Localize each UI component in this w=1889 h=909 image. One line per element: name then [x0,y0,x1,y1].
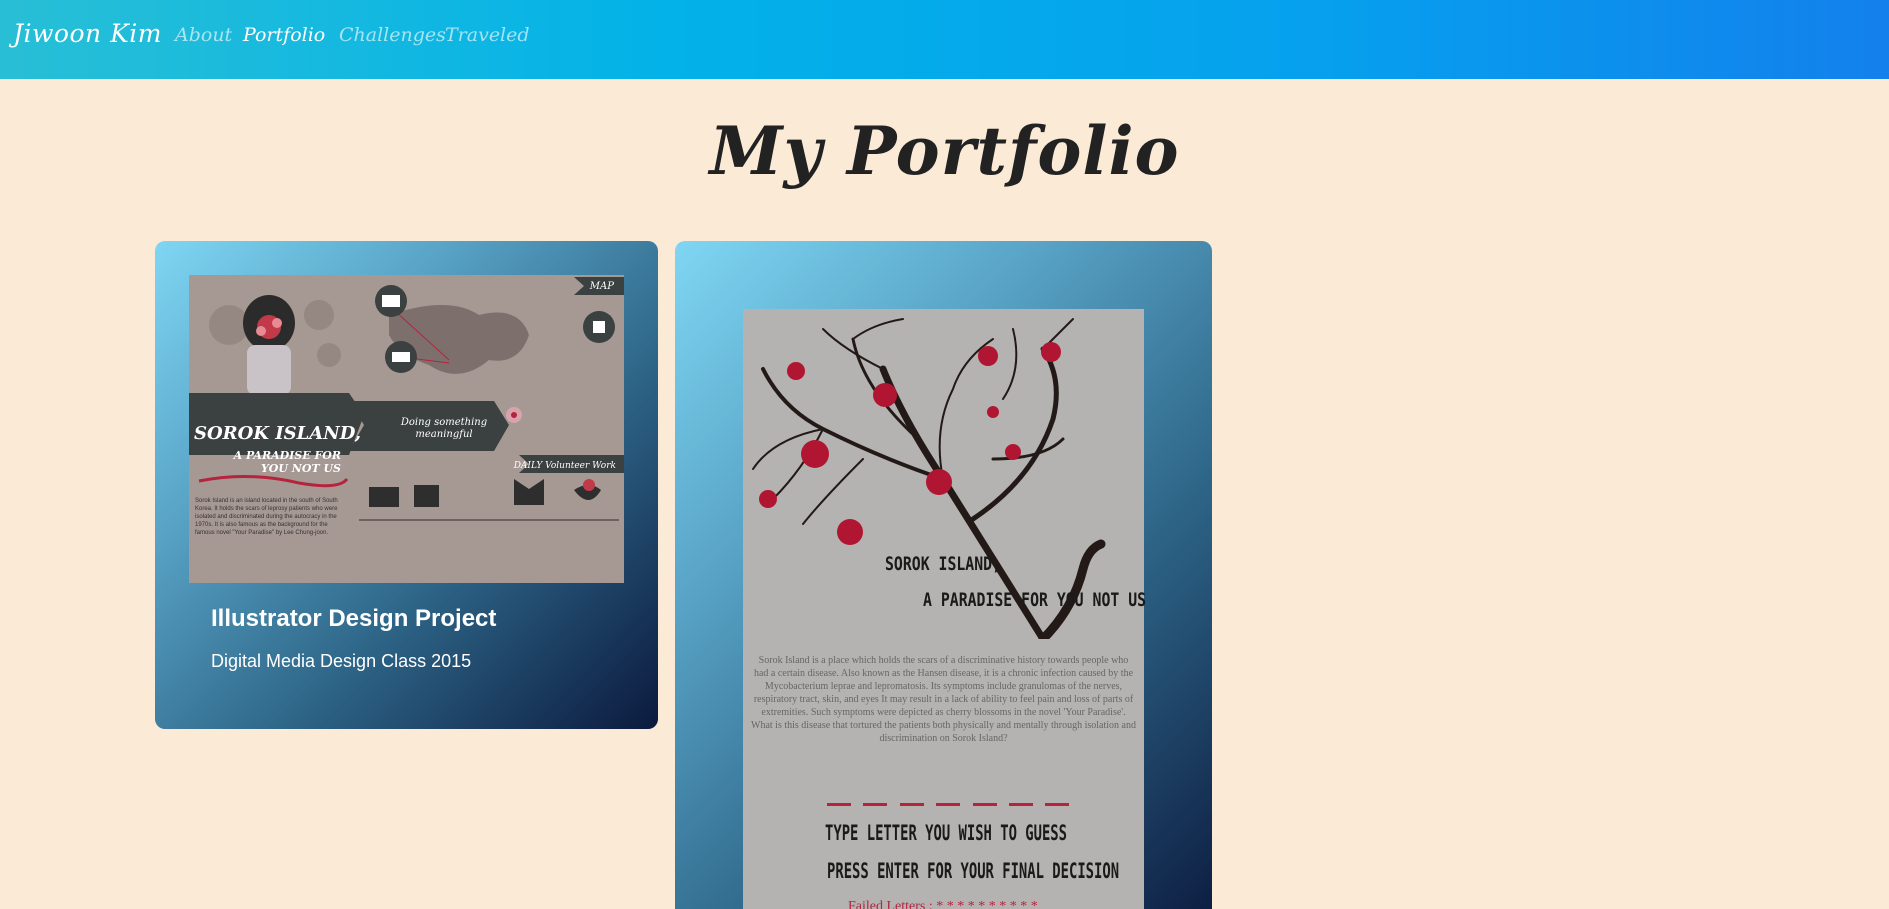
navbar: Jiwoon Kim About Portfolio Challenges Tr… [0,0,1889,79]
portfolio-card-hangman[interactable]: SOROK ISLAND, A PARADISE FOR YOU NOT US … [675,241,1212,909]
infographic-subheading: A PARADISE FOR YOU NOT US [233,449,341,475]
letter-blank [900,803,924,806]
game-prompt-guess: TYPE LETTER YOU WISH TO GUESS [825,821,1067,845]
nav-link-about[interactable]: About [175,24,232,46]
nav-link-portfolio[interactable]: Portfolio [243,24,325,46]
letter-blank [863,803,887,806]
card-subtitle: Digital Media Design Class 2015 [211,651,472,671]
nav-link-traveled[interactable]: Traveled [445,24,530,46]
infographic-heading: SOROK ISLAND, [194,423,361,444]
hangman-game-image: SOROK ISLAND, A PARADISE FOR YOU NOT US … [743,309,1147,909]
brand-link[interactable]: Jiwoon Kim [13,19,162,48]
letter-blank [936,803,960,806]
infographic-image: MAP SOROK ISLAND, A PARADISE FOR YOU NOT… [189,275,624,583]
infographic-daily-label: DAILY Volunteer Work [513,461,616,471]
infographic-map-label: MAP [589,281,614,292]
letter-blank [1009,803,1033,806]
nav-link-challenges[interactable]: Challenges [339,24,446,46]
letter-blank [827,803,851,806]
page-title: My Portfolio [709,112,1180,190]
infographic-center-text: Doing something meaningful [400,417,488,440]
game-description: Sorok Island is a place which holds the … [751,655,1136,744]
card-title: Illustrator Design Project [211,605,497,632]
letter-blank [1045,803,1069,806]
infographic-body-text: Sorok Island is an island located in the… [195,498,338,536]
portfolio-card-illustrator[interactable]: MAP SOROK ISLAND, A PARADISE FOR YOU NOT… [155,241,658,729]
game-failed-letters: Failed Letters : * * * * * * * * * * [848,899,1038,909]
game-heading-line1: SOROK ISLAND, [885,553,1002,575]
game-prompt-enter: PRESS ENTER FOR YOUR FINAL DECISION [827,859,1120,883]
letter-blank [973,803,997,806]
game-heading-line2: A PARADISE FOR YOU NOT US [923,589,1147,611]
